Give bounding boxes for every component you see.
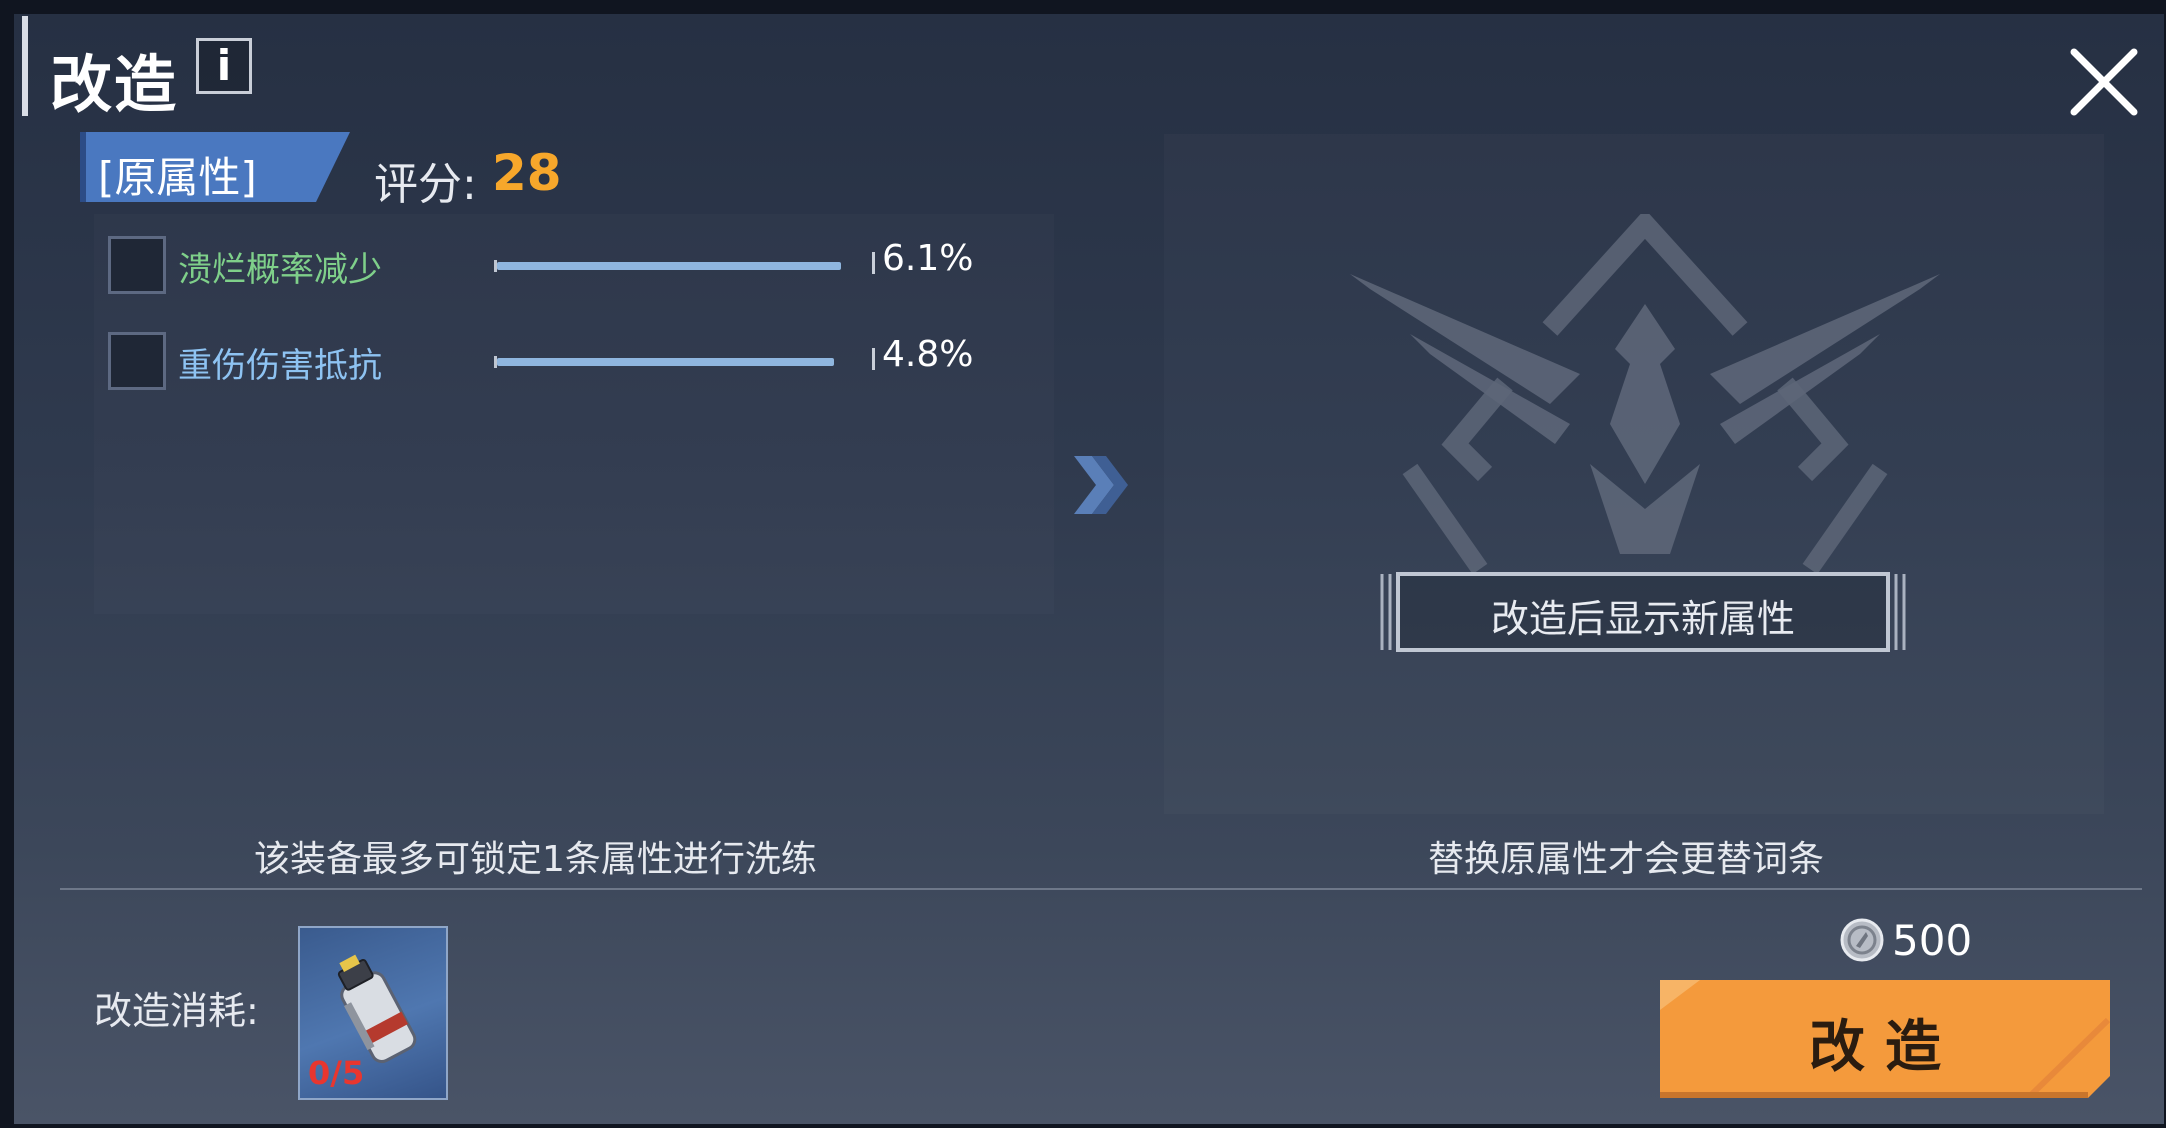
reforge-panel: 改造 i [原属性] 评分: 28 溃烂概率减少 6.1% 重伤伤害抵抗 4.8…: [14, 14, 2164, 1124]
item-count: 0/5: [308, 1054, 365, 1092]
attribute-name: 溃烂概率减少: [178, 250, 382, 290]
new-attributes-placeholder: 改造后显示新属性: [1380, 570, 1906, 654]
attribute-bar: [494, 356, 844, 368]
placeholder-text: 改造后显示新属性: [1490, 597, 1795, 641]
double-chevron-right-icon: [1074, 456, 1128, 514]
reforge-screen: 改造 i [原属性] 评分: 28 溃烂概率减少 6.1% 重伤伤害抵抗 4.8…: [0, 0, 2166, 1128]
attribute-bar-fill: [497, 358, 834, 366]
coin-cost-value: 500: [1892, 916, 1973, 965]
reforge-button-label: 改造: [1809, 1015, 1961, 1080]
close-icon: [2070, 48, 2138, 116]
attribute-value: 6.1%: [882, 238, 974, 279]
cost-label: 改造消耗:: [94, 989, 259, 1033]
title-accent-bar: [22, 16, 28, 116]
original-attributes-tab[interactable]: [原属性]: [80, 132, 350, 202]
reforge-button[interactable]: 改造: [1660, 980, 2110, 1098]
page-title: 改造: [50, 48, 179, 121]
silver-coin-icon: [1840, 918, 1884, 962]
divider: [60, 888, 2142, 890]
info-button[interactable]: i: [196, 38, 252, 94]
attribute-row: 重伤伤害抵抗 4.8%: [108, 332, 1008, 396]
lock-hint-text: 该装备最多可锁定1条属性进行洗练: [254, 839, 817, 880]
lock-checkbox[interactable]: [108, 332, 166, 390]
attribute-bar: [494, 260, 844, 272]
close-button[interactable]: [2064, 42, 2144, 122]
attribute-bar-max-tick: [872, 348, 875, 370]
score-value: 28: [492, 144, 562, 202]
attribute-row: 溃烂概率减少 6.1%: [108, 236, 1008, 300]
eagle-emblem-icon: [1350, 214, 1940, 574]
replace-hint-text: 替换原属性才会更替词条: [1428, 839, 1825, 880]
score-label: 评分:: [374, 159, 477, 210]
material-item-slot[interactable]: 0/5: [298, 926, 448, 1100]
tab-label: [原属性]: [98, 153, 257, 202]
lock-checkbox[interactable]: [108, 236, 166, 294]
attribute-name: 重伤伤害抵抗: [178, 346, 382, 386]
attribute-bar-fill: [497, 262, 841, 270]
attribute-bar-max-tick: [872, 252, 875, 274]
attribute-value: 4.8%: [882, 334, 974, 375]
